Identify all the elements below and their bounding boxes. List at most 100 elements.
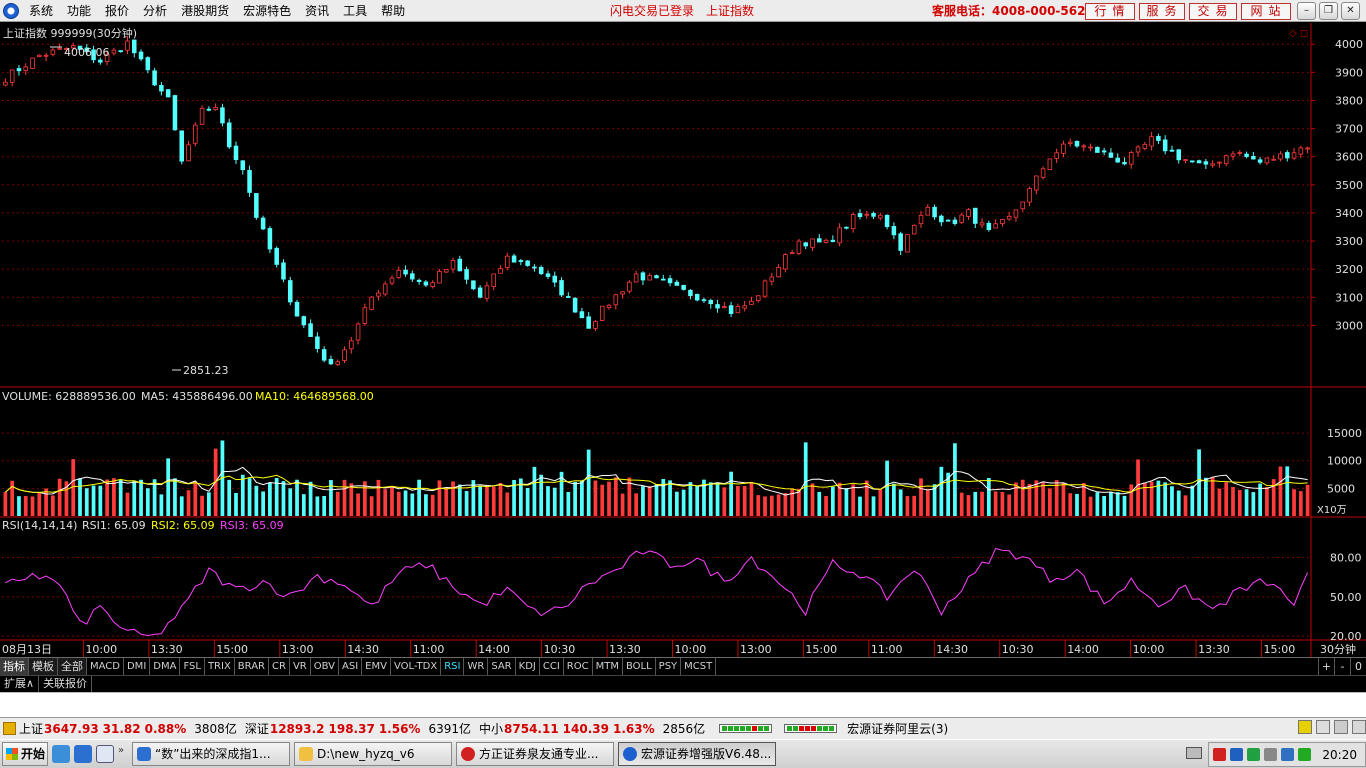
tab-emv[interactable]: EMV	[362, 658, 391, 675]
tab-rsi[interactable]: RSI	[441, 658, 465, 675]
tab-mtm[interactable]: MTM	[593, 658, 623, 675]
menu-system[interactable]: 系统	[25, 0, 63, 22]
tray-battery-icon[interactable]	[1298, 748, 1311, 761]
price-tick-label: 3700	[1335, 123, 1363, 136]
menu-tools[interactable]: 工具	[339, 0, 377, 22]
candle-body	[1040, 168, 1046, 178]
task-folder[interactable]: D:\new_hyzq_v6	[294, 742, 452, 766]
chart-area[interactable]: 4000 3900 3800 3700 3600 3500 3400 3300 3200 3100…	[0, 23, 1366, 657]
zoom-out-button[interactable]: -	[1334, 658, 1350, 675]
signal-icon[interactable]	[1316, 720, 1330, 734]
period-label[interactable]: 30分钟	[1320, 642, 1356, 656]
tray-ime-icon[interactable]	[1281, 748, 1294, 761]
tab-vol-tdx[interactable]: VOL-TDX	[391, 658, 442, 675]
time-tick-label: 10:00	[675, 643, 707, 656]
candle-body	[274, 247, 279, 265]
candle-body	[878, 214, 883, 219]
quick-button-trade[interactable]: 交易	[1189, 3, 1237, 20]
candle-body	[1278, 153, 1283, 160]
extension-panel	[0, 692, 1366, 717]
tab-wr[interactable]: WR	[464, 658, 489, 675]
tab-psy[interactable]: PSY	[656, 658, 682, 675]
quick-button-market[interactable]: 行情	[1085, 3, 1135, 20]
tab-dmi[interactable]: DMI	[124, 658, 151, 675]
menu-hongyuan-special[interactable]: 宏源特色	[239, 0, 301, 22]
tray-network-icon[interactable]	[1264, 748, 1277, 761]
tab-vr[interactable]: VR	[290, 658, 311, 675]
zx-label: 中小	[479, 722, 504, 736]
candle-body	[525, 260, 530, 266]
tab-extend[interactable]: 扩展∧	[0, 676, 40, 692]
tab-kdj[interactable]: KDJ	[516, 658, 540, 675]
menu-info[interactable]: 资讯	[301, 0, 339, 22]
close-icon[interactable]: ✕	[1341, 2, 1360, 20]
tab-indicator[interactable]: 指标	[0, 658, 29, 675]
candle-body	[1190, 160, 1195, 163]
quick-button-website[interactable]: 网站	[1241, 3, 1291, 20]
candle-body	[749, 300, 754, 305]
ie-icon[interactable]	[74, 745, 92, 763]
candle-body	[593, 321, 598, 329]
zoom-in-button[interactable]: +	[1318, 658, 1334, 675]
tab-all[interactable]: 全部	[58, 658, 87, 675]
tab-cci[interactable]: CCI	[540, 658, 564, 675]
candle-body	[294, 301, 300, 317]
quick-button-service[interactable]: 服务	[1139, 3, 1185, 20]
tab-brar[interactable]: BRAR	[235, 658, 269, 675]
time-tick-label: 11:00	[871, 643, 903, 656]
menu-analysis[interactable]: 分析	[139, 0, 177, 22]
app-logo-icon[interactable]	[3, 2, 19, 19]
expand-icon[interactable]: »	[118, 745, 128, 763]
tab-dma[interactable]: DMA	[150, 658, 181, 675]
tab-sar[interactable]: SAR	[488, 658, 516, 675]
menu-quote[interactable]: 报价	[101, 0, 139, 22]
network-icon[interactable]	[1352, 720, 1366, 734]
panel-toggle-icon[interactable]: ◇ ◻	[1289, 28, 1308, 39]
menu-hk-futures[interactable]: 港股期货	[177, 0, 239, 22]
zoom-reset-button[interactable]: 0	[1350, 658, 1366, 675]
ticker-icon[interactable]	[3, 722, 16, 735]
app-shortcut-icon[interactable]	[96, 745, 114, 763]
candle-body	[1047, 158, 1053, 171]
start-button[interactable]: 开始	[2, 742, 48, 766]
candle-body	[1000, 219, 1005, 225]
task-hongyuan[interactable]: 宏源证券增强版V6.48...	[618, 742, 776, 766]
tab-roc[interactable]: ROC	[564, 658, 593, 675]
keyboard-icon[interactable]	[1186, 747, 1202, 759]
task-browser[interactable]: “数”出来的深成指1...	[132, 742, 290, 766]
candle-body	[1095, 146, 1100, 153]
kline-chart[interactable]: 4000 3900 3800 3700 3600 3500 3400 3300 3200 3100…	[0, 23, 1366, 657]
tab-related-quote[interactable]: 关联报价	[39, 676, 93, 692]
clock[interactable]: 20:20	[1322, 743, 1357, 767]
tab-cr[interactable]: CR	[269, 658, 290, 675]
tab-mcst[interactable]: MCST	[681, 658, 717, 675]
desktop-icon[interactable]	[52, 745, 70, 763]
tab-macd[interactable]: MACD	[87, 658, 124, 675]
tab-template[interactable]: 模板	[29, 658, 58, 675]
minimize-icon[interactable]: –	[1297, 2, 1316, 20]
tray-sound-icon[interactable]	[1230, 748, 1243, 761]
tray-security-icon[interactable]	[1247, 748, 1260, 761]
tab-asi[interactable]: ASI	[339, 658, 363, 675]
menu-help[interactable]: 帮助	[377, 0, 415, 22]
volume-unit: X10万	[1317, 505, 1347, 516]
menu-function[interactable]: 功能	[63, 0, 101, 22]
settings-icon[interactable]	[1334, 720, 1348, 734]
candle-body	[545, 273, 551, 277]
tab-obv[interactable]: OBV	[311, 658, 339, 675]
lock-icon[interactable]	[1298, 720, 1312, 734]
candle-body	[9, 69, 15, 83]
tab-boll[interactable]: BOLL	[623, 658, 656, 675]
candle-body	[884, 214, 890, 228]
task-founder[interactable]: 方正证券泉友通专业...	[456, 742, 614, 766]
candle-body	[1176, 149, 1182, 161]
hotline: 客服电话：4008-000-562	[932, 4, 1086, 18]
restore-icon[interactable]: ❐	[1319, 2, 1338, 20]
volume-value: VOLUME: 628889536.00	[2, 390, 136, 403]
candle-body	[918, 214, 924, 225]
candle-body	[722, 306, 727, 309]
tab-trix[interactable]: TRIX	[205, 658, 235, 675]
tray-app-icon[interactable]	[1213, 748, 1226, 761]
tab-fsl[interactable]: FSL	[180, 658, 205, 675]
price-tick-label: 3800	[1335, 94, 1363, 107]
